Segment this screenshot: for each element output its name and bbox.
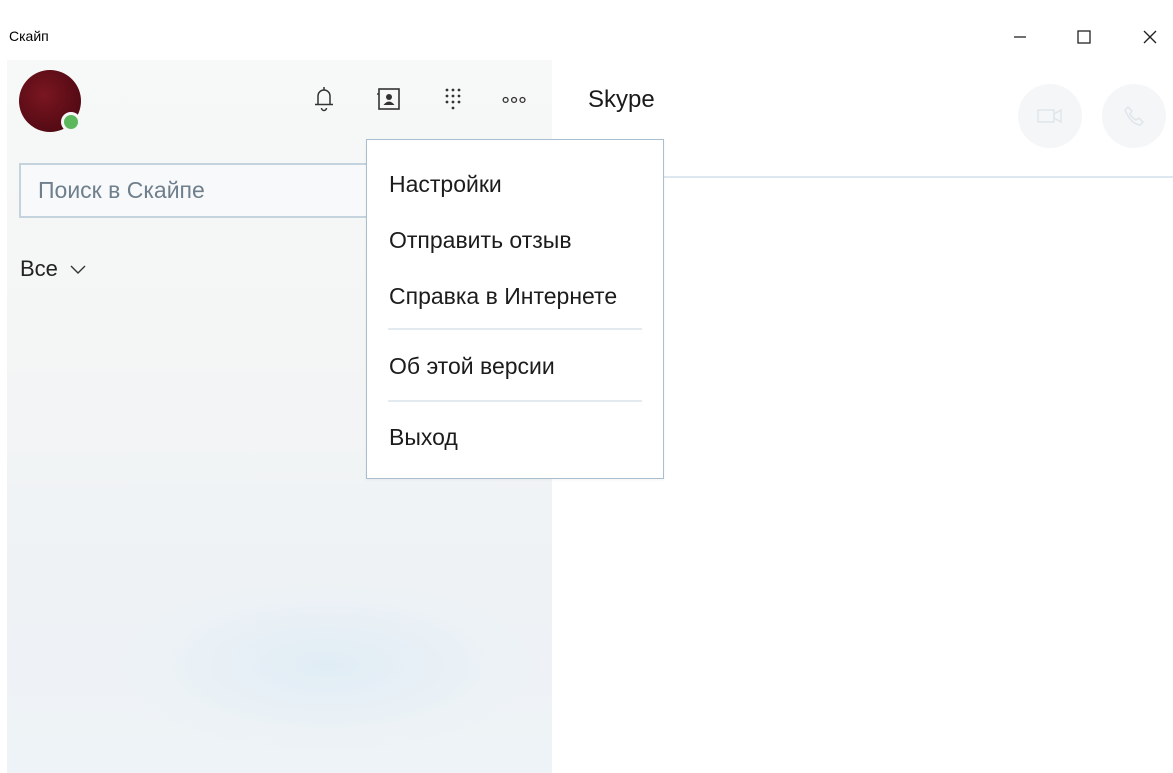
filter-label: Все bbox=[20, 256, 58, 281]
window-title: Скайп bbox=[9, 28, 49, 44]
more-button[interactable] bbox=[500, 84, 530, 114]
sidebar-background-glow bbox=[117, 580, 537, 750]
notifications-button[interactable] bbox=[309, 84, 339, 114]
bell-icon bbox=[315, 87, 333, 112]
filter-dropdown[interactable]: Все bbox=[20, 256, 87, 282]
audio-call-button[interactable] bbox=[1102, 84, 1166, 148]
contacts-button[interactable] bbox=[374, 84, 404, 114]
chevron-down-icon bbox=[70, 265, 86, 274]
more-options-menu: Настройки Отправить отзыв Справка в Инте… bbox=[366, 139, 664, 479]
menu-item-help[interactable]: Справка в Интернете bbox=[389, 283, 617, 310]
menu-item-about[interactable]: Об этой версии bbox=[389, 353, 555, 380]
video-icon bbox=[1037, 108, 1062, 124]
menu-item-feedback[interactable]: Отправить отзыв bbox=[389, 227, 572, 254]
video-call-button[interactable] bbox=[1018, 84, 1082, 148]
menu-item-signout[interactable]: Выход bbox=[389, 424, 458, 451]
maximize-button[interactable] bbox=[1064, 22, 1104, 52]
minimize-button[interactable] bbox=[1000, 22, 1040, 52]
menu-item-settings[interactable]: Настройки bbox=[389, 171, 502, 198]
header-divider bbox=[662, 176, 1173, 178]
close-icon bbox=[1143, 30, 1157, 44]
maximize-icon bbox=[1077, 30, 1091, 44]
page-title: Skype bbox=[588, 86, 655, 113]
close-button[interactable] bbox=[1130, 22, 1170, 52]
contacts-icon bbox=[377, 88, 400, 110]
presence-status-badge bbox=[61, 112, 81, 132]
more-icon bbox=[502, 96, 526, 104]
menu-separator bbox=[388, 400, 642, 402]
menu-separator bbox=[388, 328, 642, 330]
dialpad-button[interactable] bbox=[438, 84, 468, 114]
phone-icon bbox=[1124, 106, 1144, 126]
minimize-icon bbox=[1014, 36, 1026, 38]
window-titlebar: Скайп bbox=[0, 10, 1173, 60]
dialpad-icon bbox=[445, 88, 461, 110]
